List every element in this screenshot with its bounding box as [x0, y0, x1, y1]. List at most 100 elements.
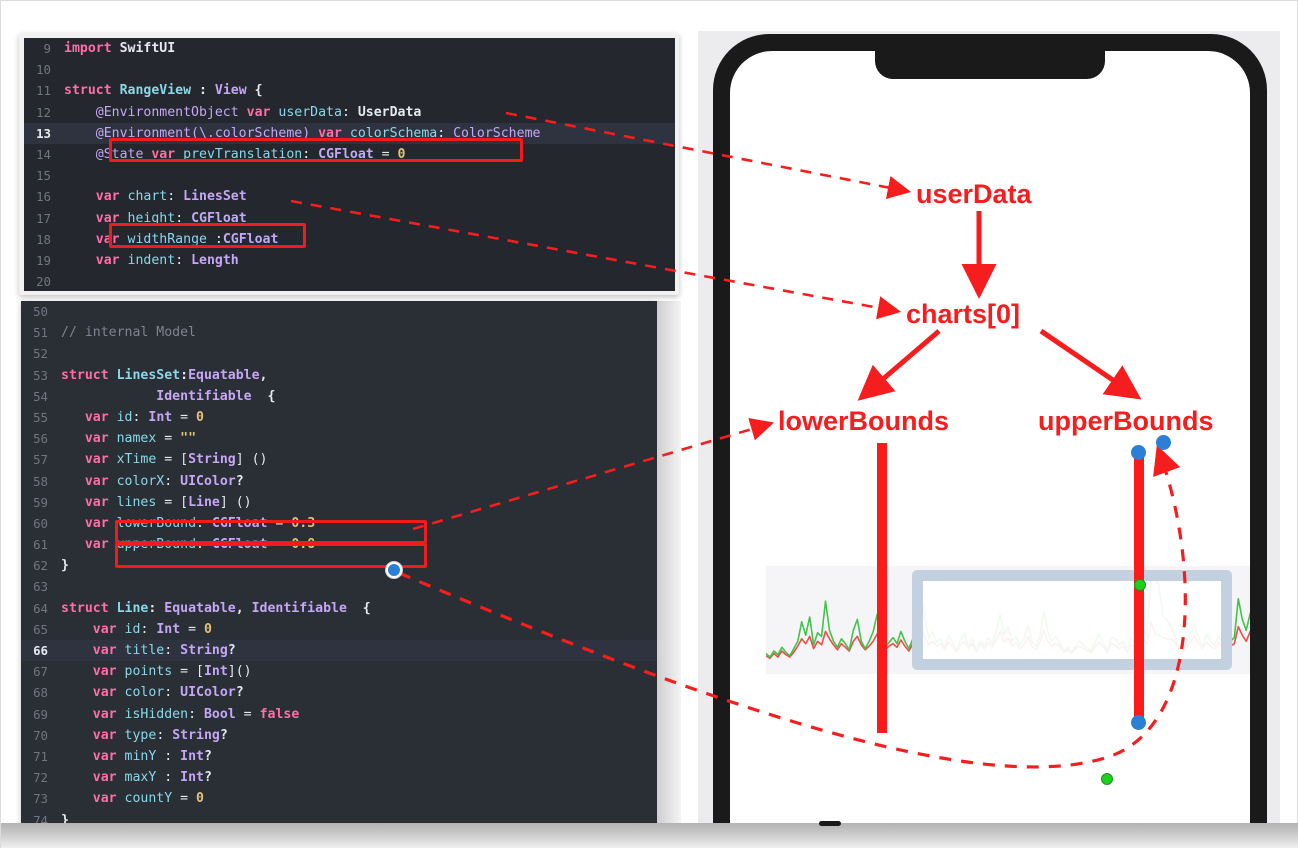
code-line[interactable]: 57 var xTime = [String] (): [21, 449, 657, 470]
code-line[interactable]: 56 var namex = "": [21, 428, 657, 449]
code-text: var color: UIColor?: [92, 685, 244, 701]
range-selection-box[interactable]: [912, 570, 1232, 670]
code-line[interactable]: 52: [21, 343, 657, 364]
chart-upper-green-dot: [1134, 579, 1146, 591]
screenshot-root: ⟨ ⟩ 9 import SwiftUI 10 11 struct RangeView …: [0, 0, 1298, 848]
code-text: var upperBound: CGFloat = 0.8: [84, 537, 316, 553]
code-line[interactable]: 16 var chart: LinesSet: [24, 186, 675, 207]
line-number: 66: [33, 643, 48, 658]
line-number: 14: [36, 146, 51, 162]
code-line[interactable]: 71 var minY : Int?: [21, 746, 657, 767]
code-text: struct RangeView : View {: [64, 83, 263, 99]
annotation-label-charts: charts[0]: [906, 299, 1021, 329]
line-number: 72: [33, 770, 48, 786]
code-line[interactable]: 20: [24, 271, 675, 291]
code-text: var lines = [Line] (): [84, 494, 252, 510]
code-line[interactable]: 73 var countY = 0: [21, 788, 657, 809]
code-line[interactable]: 67 var points = [Int](): [21, 661, 657, 682]
line-number: 13: [36, 125, 51, 141]
line-number: 9: [43, 41, 51, 56]
line-number: 16: [36, 189, 51, 205]
line-number: 19: [36, 252, 51, 268]
line-number: 67: [33, 664, 48, 680]
code-line[interactable]: 10: [24, 59, 675, 80]
code-line[interactable]: 17 var height: CGFloat: [24, 208, 675, 229]
code-line[interactable]: 51 // internal Model: [21, 322, 657, 343]
code-text: var xTime = [String] (): [84, 452, 268, 468]
line-number: 20: [36, 274, 51, 290]
line-number: 55: [33, 409, 48, 425]
range-handle-right-icon[interactable]: ⟩: [1222, 85, 1231, 111]
code-line[interactable]: 63: [21, 576, 657, 597]
code-line[interactable]: 13 @Environment(\.colorScheme) var color…: [24, 122, 675, 144]
line-number: 54: [33, 388, 48, 404]
code-line[interactable]: 55 var id: Int = 0: [21, 407, 657, 428]
line-number: 60: [33, 515, 48, 531]
line-number: 59: [33, 494, 48, 510]
code-line[interactable]: 62}: [21, 555, 657, 576]
code-text: var isHidden: Bool = false: [92, 706, 300, 722]
code-text: var height: CGFloat: [95, 210, 247, 226]
code-line[interactable]: 70 var type: String?: [21, 725, 657, 746]
code-line[interactable]: 14 @State var prevTranslation: CGFloat =…: [24, 144, 675, 165]
code-line[interactable]: 53 struct LinesSet:Equatable,: [21, 365, 657, 386]
code-line[interactable]: 11 struct RangeView : View {: [24, 80, 675, 101]
code-text: struct LinesSet:Equatable,: [61, 367, 268, 383]
annotation-label-userdata: userData: [916, 179, 1032, 209]
line-number: 62: [33, 558, 48, 574]
code-line[interactable]: 18 var widthRange :CGFloat: [24, 229, 675, 250]
code-line[interactable]: 72 var maxY : Int?: [21, 767, 657, 788]
iphone-notch: [875, 51, 1105, 79]
code-line[interactable]: 54 Identifiable {: [21, 386, 657, 407]
line-number: 12: [36, 104, 51, 120]
code-line[interactable]: 58 var colorX: UIColor?: [21, 471, 657, 492]
iphone-device-frame: ⟨ ⟩: [713, 34, 1267, 848]
code-text: var lowerBound: CGFloat = 0.3: [84, 515, 316, 531]
line-number: 70: [33, 727, 48, 743]
code-line[interactable]: 64 struct Line: Equatable, Identifiable {: [21, 598, 657, 619]
line-number: 65: [33, 621, 48, 637]
line-number: 51: [33, 325, 48, 341]
code-line[interactable]: 50: [21, 301, 657, 322]
line-number: 11: [36, 83, 51, 99]
code-line[interactable]: 69 var isHidden: Bool = false: [21, 704, 657, 725]
code-line[interactable]: 66 var title: String?: [21, 640, 657, 662]
upper-bound-top-dot: [1131, 445, 1146, 460]
code-line[interactable]: 12 @EnvironmentObject var userData: User…: [24, 102, 675, 123]
code-text: @State var prevTranslation: CGFloat = 0: [95, 146, 406, 162]
code-line[interactable]: 65 var id: Int = 0: [21, 619, 657, 640]
code-text: var minY : Int?: [92, 748, 212, 764]
code-line[interactable]: 60 var lowerBound: CGFloat = 0.3: [21, 513, 657, 534]
line-number: 52: [33, 346, 48, 362]
code-text: var title: String?: [92, 643, 236, 658]
home-indicator: [819, 821, 841, 826]
code-text: Identifiable {: [156, 388, 276, 404]
code-text: // internal Model: [61, 325, 196, 341]
line-number: 68: [33, 685, 48, 701]
code-editor-top[interactable]: 9 import SwiftUI 10 11 struct RangeView : Vi…: [24, 38, 675, 291]
code-text: var type: String?: [92, 727, 228, 743]
code-text: var namex = "": [84, 431, 197, 447]
line-number: 71: [33, 748, 48, 764]
code-window-top[interactable]: 9 import SwiftUI 10 11 struct RangeView : Vi…: [19, 33, 679, 295]
code-line[interactable]: 15: [24, 165, 675, 186]
code-line[interactable]: 68 var color: UIColor?: [21, 682, 657, 703]
code-window-bottom[interactable]: 50 51 // internal Model 52 53 struct LinesSet…: [21, 301, 657, 839]
curve-endpoint-dot: [1156, 435, 1171, 450]
code-text: var points = [Int](): [92, 664, 252, 680]
line-number: 58: [33, 473, 48, 489]
code-text: var indent: Length: [95, 252, 239, 268]
code-text: var widthRange :CGFloat: [95, 231, 279, 247]
code-line[interactable]: 61 var upperBound: CGFloat = 0.8: [21, 534, 657, 555]
code-line[interactable]: 59 var lines = [Line] (): [21, 492, 657, 513]
code-anchor-dot: [386, 562, 402, 578]
code-text: import SwiftUI: [64, 41, 176, 56]
line-number: 61: [33, 537, 48, 553]
code-line[interactable]: 9 import SwiftUI: [24, 38, 675, 59]
code-editor-bottom[interactable]: 50 51 // internal Model 52 53 struct LinesSet…: [21, 301, 657, 839]
code-text: var id: Int = 0: [92, 621, 212, 637]
iphone-screen: ⟨ ⟩: [730, 51, 1250, 841]
range-handle-left-icon[interactable]: ⟨: [913, 85, 922, 111]
code-line[interactable]: 19 var indent: Length: [24, 250, 675, 271]
line-number: 69: [33, 706, 48, 722]
